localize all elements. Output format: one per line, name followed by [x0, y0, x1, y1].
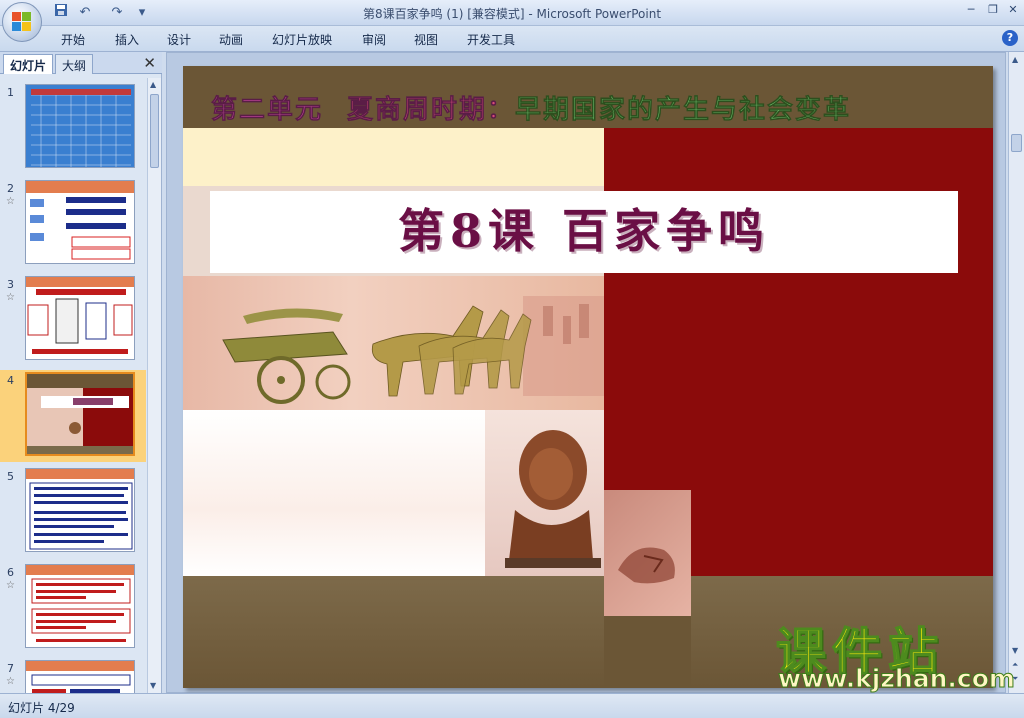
animation-star-icon: ☆ [6, 292, 15, 303]
thumbnail-scrollbar[interactable]: ▲ ▼ [147, 78, 161, 693]
cave-painting-image [604, 490, 691, 616]
slide[interactable]: 第二单元 夏商周时期：早期国家的产生与社会变革 第8课 百家争鸣 [183, 66, 993, 688]
unit-title-part1: 第二单元 [211, 95, 324, 126]
slide-thumbnail-5[interactable]: 5 [0, 466, 146, 558]
tab-home[interactable]: 开始 [61, 31, 85, 48]
thumbnail-preview [25, 660, 135, 693]
title-bar: ↶ ↷ ▾ 第8课百家争鸣 (1) [兼容模式] - Microsoft Pow… [0, 0, 1024, 26]
watermark-url: www.kjzhan.com [778, 664, 1016, 694]
scroll-up-icon[interactable]: ▲ [1012, 55, 1018, 64]
scroll-down-icon[interactable]: ▼ [150, 681, 159, 691]
ribbon-tabs: 开始 插入 设计 动画 幻灯片放映 审阅 视图 开发工具 ? [0, 26, 1024, 52]
thumbnail-preview [25, 276, 135, 360]
animation-star-icon: ☆ [6, 196, 15, 207]
window-title: 第8课百家争鸣 (1) [兼容模式] - Microsoft PowerPoin… [362, 7, 662, 21]
slide-thumbnail-6[interactable]: 6 ☆ [0, 562, 146, 654]
thumbnail-preview [25, 468, 135, 552]
thumbnail-number: 3 [7, 278, 14, 291]
scroll-up-icon[interactable]: ▲ [150, 80, 159, 90]
tab-view[interactable]: 视图 [414, 31, 438, 48]
thumbnail-preview [25, 372, 135, 456]
slide-thumbnail-2[interactable]: 2 ☆ [0, 178, 146, 270]
thumbnail-number: 5 [7, 470, 14, 483]
thumbnail-list: 1 2 ☆ 3 ☆ 4 5 6 ☆ 7 ☆ [0, 78, 146, 693]
white-fade [183, 410, 485, 576]
thumbnail-preview [25, 84, 135, 168]
thumbnail-number: 4 [7, 374, 14, 387]
slide-thumbnail-3[interactable]: 3 ☆ [0, 274, 146, 366]
office-button[interactable] [2, 2, 42, 42]
thumbnail-number: 1 [7, 86, 14, 99]
scrollbar-thumb[interactable] [150, 94, 159, 168]
office-logo-icon [12, 12, 32, 32]
panel-tabs: 幻灯片 大纲 ✕ [0, 52, 162, 74]
chariot-image [183, 276, 604, 410]
slide-thumbnail-7[interactable]: 7 ☆ [0, 658, 146, 693]
tab-outline[interactable]: 大纲 [55, 54, 94, 74]
thumbnail-preview [25, 180, 135, 264]
scrollbar-thumb[interactable] [1011, 134, 1022, 152]
minimize-button[interactable]: ─ [962, 2, 980, 18]
slide-thumbnail-1[interactable]: 1 [0, 82, 146, 174]
close-icon[interactable]: ✕ [143, 54, 156, 72]
close-button[interactable]: ✕ [1004, 2, 1022, 18]
slide-scrollbar[interactable]: ▲ ▼ ⏶ ⏷ [1008, 52, 1024, 693]
animation-star-icon: ☆ [6, 676, 15, 687]
tab-review[interactable]: 审阅 [362, 31, 386, 48]
unit-title-part3: 早期国家的产生与社会变革 [515, 95, 852, 126]
scroll-down-icon[interactable]: ▼ [1012, 646, 1018, 655]
tab-insert[interactable]: 插入 [115, 31, 139, 48]
lesson-title-banner: 第8课 百家争鸣 [210, 191, 958, 273]
bottom-band-left [183, 576, 604, 688]
unit-title-part2: 夏商周时期： [347, 95, 516, 126]
bust-image [485, 410, 604, 576]
thumbnail-number: 2 [7, 182, 14, 195]
thumbnail-number: 7 [7, 662, 14, 675]
slides-panel: 幻灯片 大纲 ✕ 1 2 ☆ 3 ☆ 4 5 6 ☆ 7 ☆ ▲ ▼ [0, 52, 162, 693]
cream-band [183, 128, 604, 186]
thumbnail-preview [25, 564, 135, 648]
thumbnail-number: 6 [7, 566, 14, 579]
tab-developer[interactable]: 开发工具 [467, 31, 515, 48]
lesson-title: 第8课 百家争鸣 [397, 204, 771, 258]
restore-button[interactable]: ❐ [984, 2, 1002, 18]
tab-slideshow[interactable]: 幻灯片放映 [272, 31, 332, 48]
slide-counter: 幻灯片 4/29 [8, 701, 75, 715]
animation-star-icon: ☆ [6, 580, 15, 591]
tab-design[interactable]: 设计 [167, 31, 191, 48]
unit-title: 第二单元 夏商周时期：早期国家的产生与社会变革 [211, 89, 851, 126]
help-icon[interactable]: ? [1002, 30, 1018, 46]
tab-animations[interactable]: 动画 [219, 31, 243, 48]
slide-thumbnail-4[interactable]: 4 [0, 370, 146, 462]
status-bar: 幻灯片 4/29 [0, 693, 1024, 718]
tab-slides[interactable]: 幻灯片 [3, 54, 54, 74]
